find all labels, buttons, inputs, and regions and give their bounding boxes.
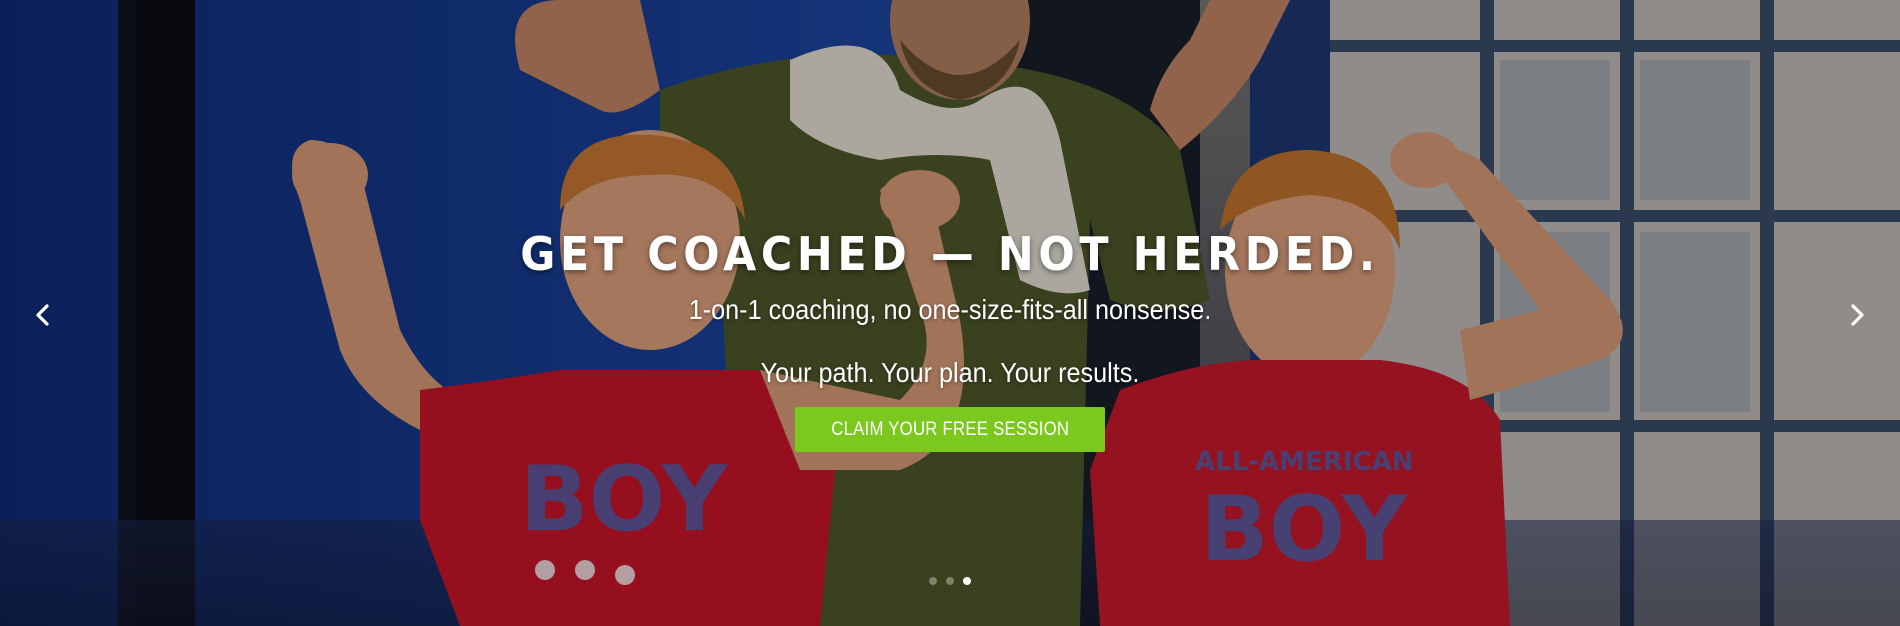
chevron-right-icon	[1851, 304, 1864, 326]
hero-caption: GET COACHED — NOT HERDED. 1-on-1 coachin…	[0, 224, 1900, 452]
hero-slider: BOY BOY ALL-AMERICAN GET COACHED — NOT H…	[0, 0, 1900, 626]
slider-dot-2[interactable]	[946, 577, 954, 585]
hero-subheadline: 1-on-1 coaching, no one-size-fits-all no…	[688, 294, 1212, 325]
slider-prev-button[interactable]	[25, 297, 61, 333]
slider-next-button[interactable]	[1839, 297, 1875, 333]
claim-free-session-button[interactable]: CLAIM YOUR FREE SESSION	[794, 407, 1106, 452]
hero-tagline: Your path. Your plan. Your results.	[760, 357, 1140, 388]
slider-pagination	[0, 577, 1900, 585]
claim-free-session-label: CLAIM YOUR FREE SESSION	[830, 419, 1070, 440]
slider-dot-3[interactable]	[963, 577, 971, 585]
slider-dot-1[interactable]	[929, 577, 937, 585]
hero-headline: GET COACHED — NOT HERDED.	[520, 227, 1380, 281]
chevron-left-icon	[36, 304, 49, 326]
